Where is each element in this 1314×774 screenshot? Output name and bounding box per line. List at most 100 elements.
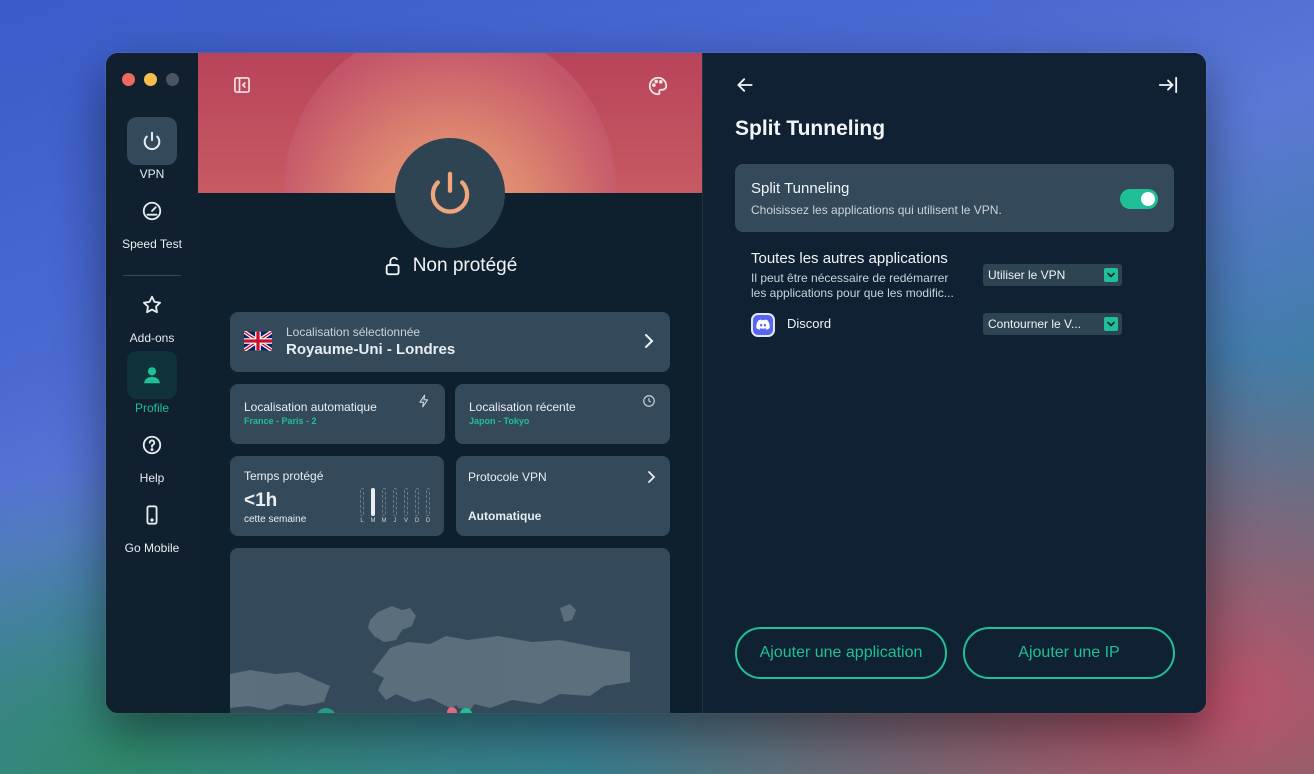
discord-icon [753,315,773,335]
protocol-label: Protocole VPN [468,470,547,484]
all-other-apps-select[interactable]: Utiliser le VPN [983,264,1122,286]
sidebar-item-speed-test[interactable]: Speed Test [106,187,198,251]
all-other-apps-desc-line1: Il peut être nécessaire de redémarrer [751,271,949,285]
recent-location-value: Japon - Tokyo [469,416,530,426]
chevron-down-icon [1104,317,1118,331]
selected-location-value: Royaume-Uni - Londres [286,341,456,358]
zoom-window-button[interactable] [166,73,179,86]
power-icon [127,117,177,165]
sidebar-item-label: Speed Test [122,237,182,251]
palette-icon[interactable] [647,75,669,102]
sidebar-item-label: Help [139,471,165,485]
all-other-apps-desc-line2: les applications pour que les modific... [751,286,954,300]
clock-icon [642,394,656,413]
day-label: J [393,518,397,524]
connection-status: Non protégé [198,255,702,277]
world-map-graphic [230,604,630,713]
chevron-right-icon [642,332,656,355]
protected-time-sub: cette semaine [244,514,307,525]
sidebar-item-label: Add-ons [129,331,175,345]
minimize-window-button[interactable] [144,73,157,86]
auto-location-card[interactable]: Localisation automatique France - Paris … [230,384,445,444]
day-bar [404,488,408,516]
all-other-apps-title: Toutes les autres applications [751,250,948,267]
location-marker[interactable] [316,708,336,713]
day-column: D [413,488,421,528]
protected-time-label: Temps protégé [244,469,324,483]
day-bar [371,488,375,516]
vpn-protocol-card[interactable]: Protocole VPN Automatique [456,456,670,536]
day-label: M [370,518,376,524]
app-window: VPN Speed Test Add-ons Profile Help Go M… [106,53,1206,713]
sidebar: VPN Speed Test Add-ons Profile Help Go M… [106,53,199,713]
app-name: Discord [787,316,832,331]
uk-flag-icon [242,330,274,352]
auto-location-label: Localisation automatique [244,400,377,414]
world-map[interactable] [230,548,670,713]
select-value: Contourner le V... [988,317,1081,331]
day-bar [426,488,430,516]
star-icon [127,281,177,329]
close-window-button[interactable] [122,73,135,86]
page-title: Split Tunneling [735,117,886,140]
split-toggle-label: Split Tunneling [751,180,850,197]
selected-location-card[interactable]: Localisation sélectionnée Royaume-Uni - … [230,312,670,372]
day-label: D [414,518,420,524]
sidebar-item-add-ons[interactable]: Add-ons [106,281,198,345]
select-value: Utiliser le VPN [988,268,1066,282]
person-icon [127,351,177,399]
collapse-panel-icon[interactable] [1157,75,1179,100]
recent-location-card[interactable]: Localisation récente Japon - Tokyo [455,384,670,444]
sidebar-item-go-mobile[interactable]: Go Mobile [106,491,198,555]
sidebar-item-label: VPN [139,167,165,181]
weekly-bar-chart: LMMJVDD [358,488,432,528]
day-column: M [369,488,377,528]
add-application-button[interactable]: Ajouter une application [735,627,947,679]
question-icon [127,421,177,469]
main-pane: Non protégé Localisation sélectionnée Ro… [198,53,702,713]
day-bar [360,488,364,516]
window-controls [122,73,179,86]
protected-time-card: Temps protégé <1h cette semaine LMMJVDD [230,456,444,536]
unlock-icon [385,256,400,276]
sidebar-item-profile[interactable]: Profile [106,351,198,415]
split-tunneling-card: Split Tunneling Choisissez les applicati… [735,164,1174,232]
day-label: L [360,518,364,524]
day-label: M [381,518,387,524]
status-text: Non protégé [412,255,518,276]
discord-route-select[interactable]: Contourner le V... [983,313,1122,335]
split-toggle-desc: Choisissez les applications qui utilisen… [751,203,1002,217]
split-tunneling-pane: Split Tunneling Split Tunneling Choisiss… [702,53,1206,713]
recent-location-label: Localisation récente [469,400,576,414]
day-column: D [424,488,432,528]
day-bar [382,488,386,516]
sidebar-item-label: Go Mobile [124,541,180,555]
protocol-value: Automatique [468,509,542,523]
day-label: D [425,518,431,524]
day-bar [415,488,419,516]
collapse-sidebar-icon[interactable] [232,75,252,100]
sidebar-item-label: Profile [134,401,169,415]
day-label: V [403,518,408,524]
day-column: L [358,488,366,528]
add-ip-button[interactable]: Ajouter une IP [963,627,1175,679]
sidebar-divider [123,275,181,276]
sidebar-item-help[interactable]: Help [106,421,198,485]
back-arrow-icon[interactable] [735,75,755,100]
location-marker[interactable] [447,707,457,713]
day-column: M [380,488,388,528]
phone-icon [127,491,177,539]
auto-location-value: France - Paris - 2 [244,416,317,426]
protected-time-value: <1h [244,490,278,511]
day-column: V [402,488,410,528]
selected-location-label: Localisation sélectionnée [286,325,421,339]
day-column: J [391,488,399,528]
day-bar [393,488,397,516]
lightning-icon [417,394,431,413]
sidebar-item-vpn[interactable]: VPN [106,117,198,181]
chevron-down-icon [1104,268,1118,282]
split-tunneling-toggle[interactable] [1120,189,1158,209]
chevron-right-icon [646,470,656,489]
connect-power-button[interactable] [395,138,505,248]
speedometer-icon [127,187,177,235]
